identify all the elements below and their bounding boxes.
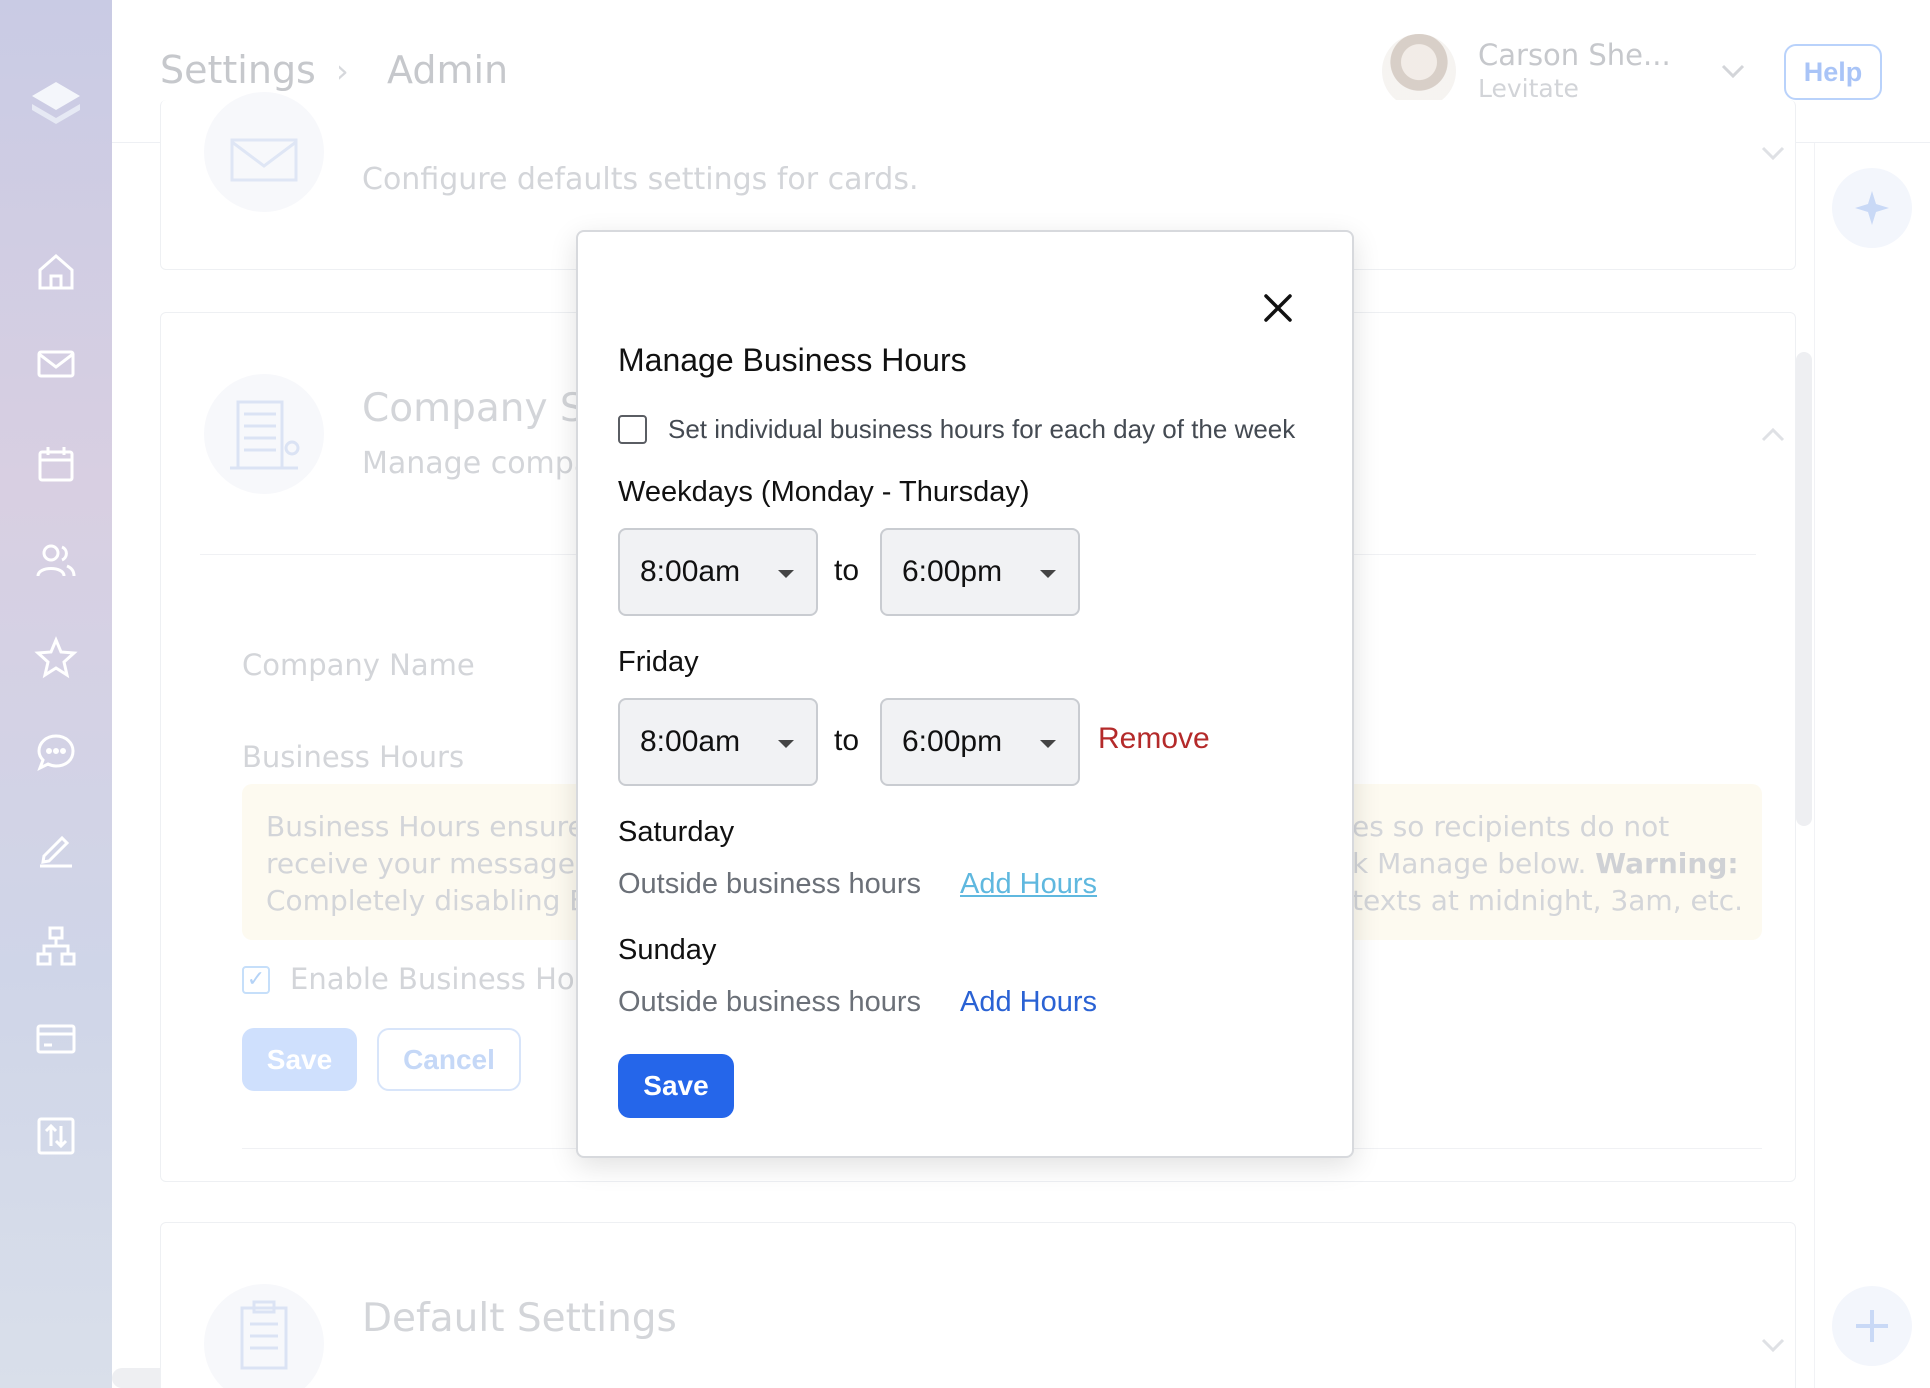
caret-down-icon (1040, 740, 1056, 748)
help-button[interactable]: Help (1784, 44, 1882, 100)
org-chart-icon[interactable] (32, 922, 80, 970)
weekdays-start-select[interactable]: 8:00am (618, 528, 818, 616)
select-value: 8:00am (640, 555, 741, 588)
business-hours-label: Business Hours (242, 740, 465, 774)
chevron-down-icon[interactable] (1756, 136, 1790, 170)
individual-hours-checkbox[interactable] (618, 415, 647, 444)
breadcrumb-separator-icon: › (336, 52, 349, 90)
company-settings-title: Company Se (362, 386, 609, 431)
sidebar (0, 0, 112, 1388)
breadcrumb-settings[interactable]: Settings (160, 48, 316, 92)
notice-line: receive your messages a (266, 847, 596, 880)
friday-remove-link[interactable]: Remove (1098, 722, 1210, 756)
company-save-button[interactable]: Save (242, 1028, 357, 1091)
notice-line: Business Hours ensure t (266, 810, 596, 843)
sunday-label: Sunday (618, 934, 717, 966)
app-logo-icon[interactable] (30, 78, 82, 130)
select-value: 6:00pm (902, 555, 1003, 588)
modal-title: Manage Business Hours (618, 342, 967, 378)
company-name-label: Company Name (242, 648, 475, 682)
envelope-icon (204, 92, 324, 212)
enable-business-hours-label: Enable Business Hou (290, 962, 580, 996)
caret-down-icon (1040, 570, 1056, 578)
clipboard-icon (204, 1284, 324, 1388)
star-icon[interactable] (32, 634, 80, 682)
enable-business-hours-checkbox[interactable]: ✓ (242, 966, 270, 994)
close-icon (1264, 294, 1292, 322)
notice-text-right: es so recipients do not k Manage below. … (1352, 808, 1743, 919)
home-icon[interactable] (32, 248, 80, 296)
caret-down-icon (778, 740, 794, 748)
weekdays-end-select[interactable]: 6:00pm (880, 528, 1080, 616)
weekdays-label: Weekdays (Monday - Thursday) (618, 476, 1030, 508)
notice-line: texts at midnight, 3am, etc. (1352, 884, 1743, 917)
saturday-add-hours-link[interactable]: Add Hours (960, 868, 1097, 901)
modal-save-button[interactable]: Save (618, 1054, 734, 1118)
vertical-scrollbar[interactable] (1796, 352, 1812, 826)
notice-line: Completely disabling Bu (266, 884, 596, 917)
plus-icon[interactable] (1832, 1286, 1912, 1366)
calendar-icon[interactable] (32, 440, 80, 488)
user-name[interactable]: Carson She... (1478, 38, 1671, 72)
saturday-status: Outside business hours (618, 868, 922, 900)
import-export-icon[interactable] (32, 1112, 80, 1160)
right-rail (1814, 143, 1930, 1388)
individual-hours-label[interactable]: Set individual business hours for each d… (668, 414, 1295, 445)
caret-down-icon (778, 570, 794, 578)
select-value: 8:00am (640, 725, 741, 758)
card-icon[interactable] (32, 1014, 80, 1062)
to-label: to (834, 724, 860, 757)
select-value: 6:00pm (902, 725, 1003, 758)
notice-warning: Warning: (1595, 847, 1739, 880)
friday-label: Friday (618, 646, 699, 678)
sunday-add-hours-link[interactable]: Add Hours (960, 986, 1097, 1019)
to-label: to (834, 554, 860, 587)
card-defaults-subtitle: Configure defaults settings for cards. (362, 162, 919, 197)
chevron-up-icon[interactable] (1756, 418, 1790, 452)
sparkle-icon[interactable] (1832, 168, 1912, 248)
notice-text-left: Business Hours ensure t receive your mes… (266, 808, 596, 919)
friday-end-select[interactable]: 6:00pm (880, 698, 1080, 786)
chevron-down-icon[interactable] (1756, 1328, 1790, 1362)
avatar[interactable] (1382, 34, 1456, 108)
company-cancel-button[interactable]: Cancel (377, 1028, 521, 1091)
company-settings-subtitle: Manage compa (362, 446, 593, 481)
contacts-icon[interactable] (32, 536, 80, 584)
notice-line: es so recipients do not (1352, 810, 1670, 843)
chevron-down-icon[interactable] (1716, 54, 1750, 88)
mail-icon[interactable] (32, 340, 80, 388)
building-icon (204, 374, 324, 494)
edit-icon[interactable] (32, 824, 80, 872)
user-org: Levitate (1478, 74, 1579, 103)
breadcrumb-admin: Admin (387, 48, 509, 92)
manage-business-hours-modal: Manage Business Hours Set individual bus… (576, 230, 1354, 1158)
close-button[interactable] (1258, 288, 1298, 328)
saturday-label: Saturday (618, 816, 735, 848)
chat-icon[interactable] (32, 728, 80, 776)
friday-start-select[interactable]: 8:00am (618, 698, 818, 786)
notice-line: k Manage below. Warning: (1352, 845, 1743, 882)
default-settings-title: Default Settings (362, 1296, 677, 1341)
notice-fragment: k Manage below. (1352, 847, 1596, 880)
sunday-status: Outside business hours (618, 986, 922, 1018)
